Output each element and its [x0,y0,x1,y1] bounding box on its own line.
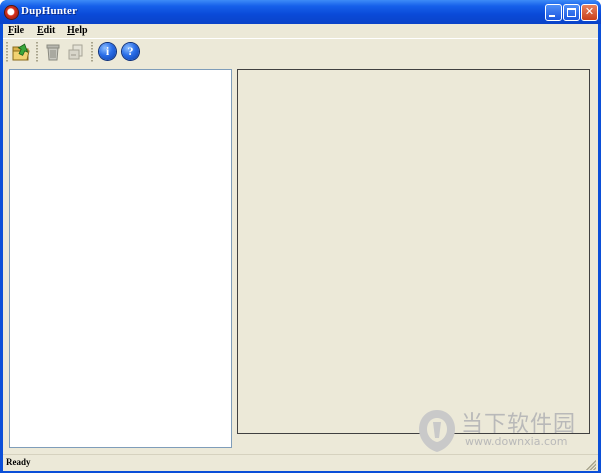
menu-file[interactable]: File [8,25,24,36]
move-file-icon [68,44,83,60]
window-title: DupHunter [21,5,78,17]
help-button[interactable]: ? [120,41,142,63]
menu-help-label: elp [74,25,88,36]
menu-help[interactable]: Help [67,25,88,36]
open-folder-button[interactable] [10,41,32,63]
client-area: File Edit Help i ? 当下软件园 www.downxia.com… [3,24,598,471]
menu-bar: File Edit Help [3,24,598,38]
menu-edit[interactable]: Edit [37,25,55,36]
move-button[interactable] [65,41,87,63]
menu-edit-label: dit [43,25,56,36]
minimize-button[interactable] [545,4,562,21]
duphunter-app-icon[interactable] [5,6,18,19]
toolbar-separator [91,42,93,62]
menu-edit-accel: E [37,25,44,36]
menu-file-label: ile [14,25,25,36]
toolbar-grip[interactable] [6,42,8,62]
app-window: DupHunter ✕ File Edit Help i ? 当下软件园 www… [0,0,601,473]
results-pane[interactable] [237,69,590,434]
info-icon: i [99,43,116,60]
watermark-title: 当下软件园 [461,412,577,437]
toolbar: i ? [3,38,598,65]
watermark: 当下软件园 www.downxia.com [417,404,587,460]
watermark-logo-icon [419,410,455,452]
status-text: Ready [6,457,31,467]
close-button[interactable]: ✕ [581,4,598,21]
help-icon: ? [122,43,139,60]
status-bar: Ready [3,454,598,471]
open-folder-icon [12,43,30,61]
close-icon: ✕ [584,5,595,18]
resize-grip[interactable] [584,458,596,470]
info-button[interactable]: i [97,41,119,63]
title-bar[interactable]: DupHunter ✕ [0,0,601,24]
folder-tree-pane[interactable] [9,69,232,448]
trash-icon [46,44,60,61]
watermark-url: www.downxia.com [465,435,568,448]
menu-help-accel: H [67,25,75,36]
maximize-button[interactable] [563,4,580,21]
toolbar-separator [36,42,38,62]
delete-button[interactable] [42,41,64,63]
